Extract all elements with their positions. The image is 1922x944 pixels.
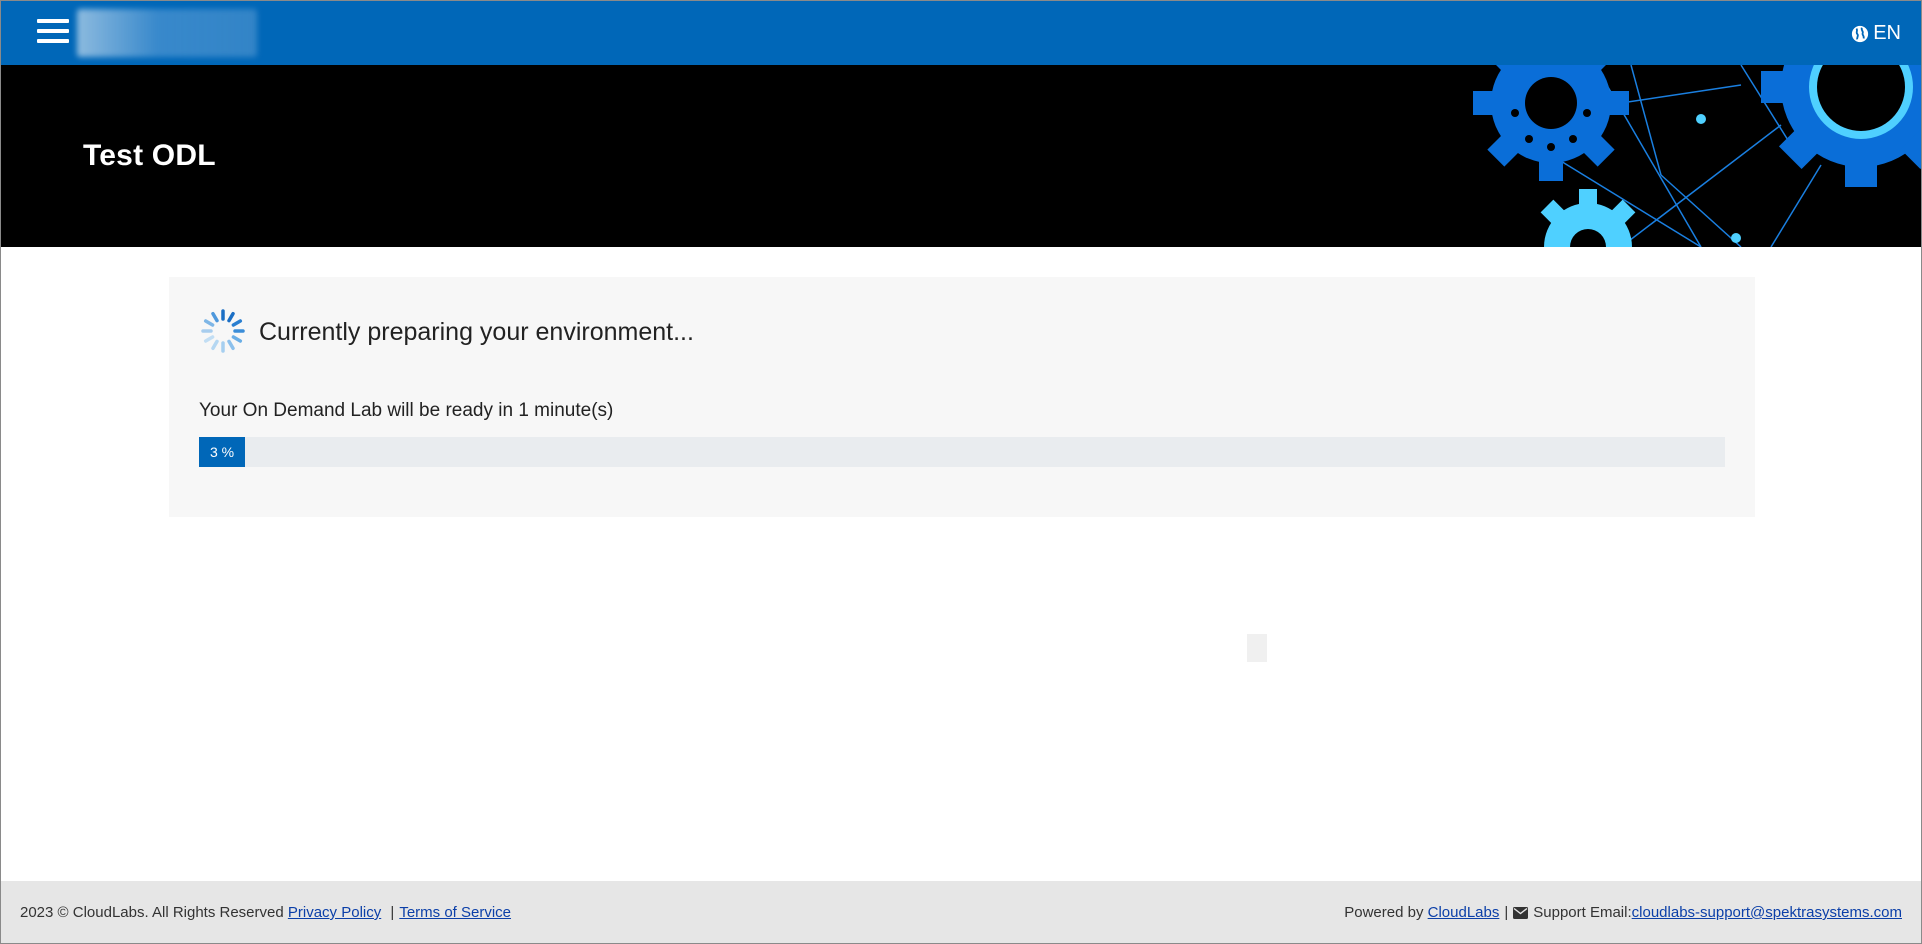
- placeholder-block: [1247, 634, 1267, 662]
- progress-label: 3 %: [209, 444, 235, 460]
- page-title: Test ODL: [83, 139, 216, 172]
- terms-of-service-link[interactable]: Terms of Service: [399, 904, 511, 921]
- cloudlabs-link[interactable]: CloudLabs: [1428, 904, 1500, 921]
- provisioning-status-card: Currently preparing your environment... …: [169, 277, 1755, 517]
- support-email-label: Support Email:: [1533, 904, 1632, 921]
- hamburger-icon[interactable]: [37, 19, 69, 47]
- ready-estimate-text: Your On Demand Lab will be ready in 1 mi…: [199, 400, 614, 421]
- loading-spinner-icon: [201, 309, 245, 353]
- progress-bar: 3 %: [199, 437, 1725, 467]
- app-window: EN Test ODL Currently preparing your env…: [0, 0, 1922, 944]
- footer: 2023 © CloudLabs. All Rights Reserved Pr…: [1, 881, 1921, 943]
- footer-separator: |: [390, 904, 395, 921]
- top-navigation-bar: EN: [1, 1, 1921, 65]
- footer-left: 2023 © CloudLabs. All Rights Reserved Pr…: [20, 904, 511, 921]
- language-selector[interactable]: EN: [1851, 22, 1901, 45]
- gears-network-illustration: [1473, 65, 1921, 247]
- brand-logo[interactable]: [77, 9, 257, 57]
- language-label: EN: [1873, 22, 1901, 44]
- privacy-policy-link[interactable]: Privacy Policy: [288, 904, 381, 921]
- footer-right: Powered by CloudLabs | Support Email: clo…: [1344, 904, 1902, 921]
- progress-fill: 3 %: [199, 437, 245, 467]
- globe-icon: [1852, 25, 1869, 42]
- powered-by-text: Powered by: [1344, 904, 1424, 921]
- footer-separator: |: [1504, 904, 1509, 921]
- support-email-link[interactable]: cloudlabs-support@spektrasystems.com: [1632, 904, 1902, 921]
- status-title: Currently preparing your environment...: [259, 318, 694, 346]
- page-banner: Test ODL: [1, 65, 1921, 247]
- envelope-icon: [1513, 906, 1529, 919]
- copyright-text: 2023 © CloudLabs. All Rights Reserved: [20, 904, 284, 921]
